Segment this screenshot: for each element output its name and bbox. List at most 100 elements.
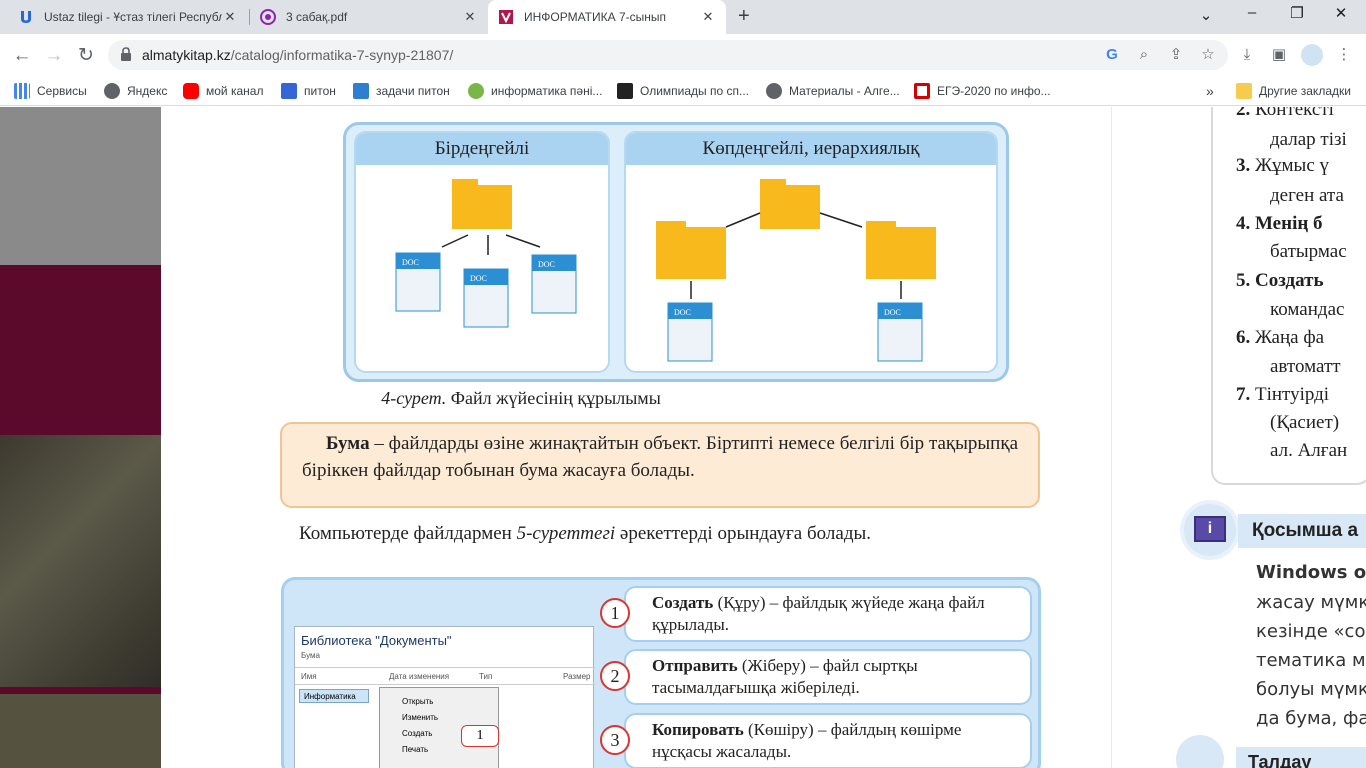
folder-item[interactable]: Информатика (299, 689, 369, 703)
left-background (0, 107, 161, 265)
bookmark-ege[interactable]: ЕГЭ-2020 по инфо... (914, 82, 1051, 100)
bookmark-label: Яндекс (127, 84, 168, 98)
menu-item-open[interactable]: Открыть (402, 694, 498, 710)
tab-search-icon[interactable]: ⌄ (1191, 6, 1221, 24)
folder-icon (1236, 83, 1252, 99)
close-tab-icon[interactable]: ✕ (462, 9, 478, 25)
bookmark-python-tasks[interactable]: задачи питон (353, 82, 450, 100)
info-text: жасау мүмк (1256, 592, 1366, 613)
tab-ustaz-tilegi[interactable]: Ustaz tilegi - Ұстаз тілегі Республ ✕ (8, 0, 248, 34)
tab-title: Ustaz tilegi - Ұстаз тілегі Республ (44, 10, 222, 24)
caption-label: 4-сурет. (381, 388, 447, 408)
tab-title: 3 сабақ.pdf (286, 10, 348, 24)
info-text: Windows о (1256, 562, 1366, 583)
para-text: әрекеттерді орындауға болады. (615, 523, 872, 544)
bookmark-label: Сервисы (37, 84, 87, 98)
share-icon[interactable]: ⇪ (1165, 44, 1187, 66)
site-icon (914, 83, 930, 99)
download-icon[interactable]: ⤓ (1236, 44, 1258, 66)
figure-5: Библиотека "Документы" Бума Имя Дата изм… (281, 577, 1041, 768)
url-domain: almatykitap.kz (142, 47, 231, 63)
bookmark-label: Другие закладки (1259, 84, 1351, 98)
explorer-screenshot: Библиотека "Документы" Бума Имя Дата изм… (294, 626, 595, 768)
info-header: i Қосымша а (1180, 500, 1366, 566)
col-date: Дата изменения (389, 672, 450, 681)
step-3: 3 Копировать (Көшіру) – файлдың көшірме … (600, 713, 1032, 768)
line-text: Жаңа фа (1255, 327, 1325, 348)
bookmark-materials[interactable]: Материалы - Алге... (766, 82, 900, 100)
line-text: (Қасиет) (1270, 412, 1340, 433)
url-text[interactable]: almatykitap.kz/catalog/informatika-7-syn… (142, 47, 453, 63)
maximize-button[interactable]: ❐ (1282, 4, 1312, 22)
close-tab-icon[interactable]: ✕ (222, 9, 238, 25)
col-name: Имя (301, 672, 317, 681)
para-ref: 5-суреттегі (516, 523, 616, 544)
menu-kebab-icon[interactable]: ⋮ (1333, 44, 1355, 66)
more-bookmarks-chevron[interactable]: » (1206, 82, 1214, 100)
bookmark-olympiads[interactable]: Олимпиады по сп... (617, 82, 749, 100)
book-favicon-icon (498, 9, 514, 25)
doc-icon: DOC (470, 274, 487, 283)
line-text: Тінтуірді (1255, 384, 1330, 405)
bookmark-label: задачи питон (376, 84, 450, 98)
line-text: Жұмыс ү (1255, 155, 1329, 176)
close-window-button[interactable]: ✕ (1326, 4, 1356, 22)
left-background (0, 265, 161, 435)
tab-informatika[interactable]: ИНФОРМАТИКА 7-сынып ✕ (488, 0, 726, 34)
menu-item-edit[interactable]: Изменить (402, 710, 498, 726)
tab-pdf[interactable]: 3 сабақ.pdf ✕ (250, 0, 488, 34)
new-tab-button[interactable]: + (738, 5, 750, 28)
info-text: тематика м (1256, 650, 1366, 671)
bookmark-my-channel[interactable]: мой канал (183, 82, 263, 100)
info-text: кезінде «со (1256, 621, 1366, 642)
doc-icon: DOC (538, 260, 555, 269)
line-text: ал. Алған (1270, 440, 1348, 461)
bookmark-label: информатика пәні... (491, 84, 603, 98)
minimize-button[interactable]: – (1237, 4, 1267, 21)
info-icon: i (1180, 500, 1240, 560)
bookmark-informatics[interactable]: информатика пәні... (468, 82, 602, 100)
step-2: 2 Отправить (Жіберу) – файл сыртқы тасым… (600, 649, 1032, 705)
single-level-diagram: DOC DOC DOC (395, 179, 577, 328)
bookmark-yandex[interactable]: Яндекс (104, 82, 167, 100)
step-number: 1 (600, 598, 630, 628)
line-num: 6. (1236, 327, 1251, 348)
side-panel-icon[interactable]: ▣ (1268, 44, 1290, 66)
multi-level-panel: Көпдеңгейлі, иерархиялық DOC DOC (624, 131, 998, 373)
zoom-icon[interactable]: ⌕ (1133, 44, 1155, 66)
bookmark-label: Олимпиады по сп... (640, 84, 749, 98)
profile-avatar[interactable] (1301, 44, 1323, 66)
line-num: 5. (1236, 270, 1251, 291)
line-text: батырмас (1270, 241, 1347, 262)
line-num: 2. (1236, 107, 1251, 120)
bookmark-services[interactable]: Сервисы (14, 82, 87, 100)
bookmark-star-icon[interactable]: ☆ (1197, 44, 1219, 66)
youtube-icon (183, 83, 199, 99)
forward-arrow-icon[interactable]: → (42, 44, 66, 68)
step-term: Создать (652, 593, 714, 612)
hierarchical-diagram: DOC DOC (656, 179, 936, 362)
left-background (0, 687, 161, 694)
bookmark-label: питон (304, 84, 336, 98)
callout-badge: 1 (461, 725, 499, 747)
other-bookmarks[interactable]: Другие закладки (1236, 82, 1351, 100)
pdf-favicon-icon (260, 9, 276, 25)
tab-title: ИНФОРМАТИКА 7-сынып (524, 10, 667, 24)
address-bar[interactable]: almatykitap.kz/catalog/informatika-7-syn… (108, 40, 1228, 70)
close-tab-icon[interactable]: ✕ (700, 9, 716, 25)
doc-icon: DOC (884, 308, 901, 317)
step-1: 1 Создать (Құру) – файлдық жүйеде жаңа ф… (600, 586, 1032, 642)
doc-icon: DOC (402, 258, 419, 267)
google-icon[interactable]: G (1101, 44, 1123, 66)
library-subtitle: Бума (301, 651, 320, 660)
line-text: деген ата (1270, 185, 1344, 206)
bookmark-label: ЕГЭ-2020 по инфо... (937, 84, 1051, 98)
bookmark-python[interactable]: питон (281, 82, 336, 100)
step-term: Отправить (652, 656, 738, 675)
reload-icon[interactable]: ↻ (74, 44, 98, 68)
acm-icon (617, 83, 633, 99)
step-number: 3 (600, 725, 630, 755)
paragraph: Компьютерде файлдармен 5-суреттегі әреке… (280, 520, 1040, 548)
url-path: /catalog/informatika-7-synyp-21807/ (230, 47, 454, 63)
back-arrow-icon[interactable]: ← (10, 44, 34, 68)
